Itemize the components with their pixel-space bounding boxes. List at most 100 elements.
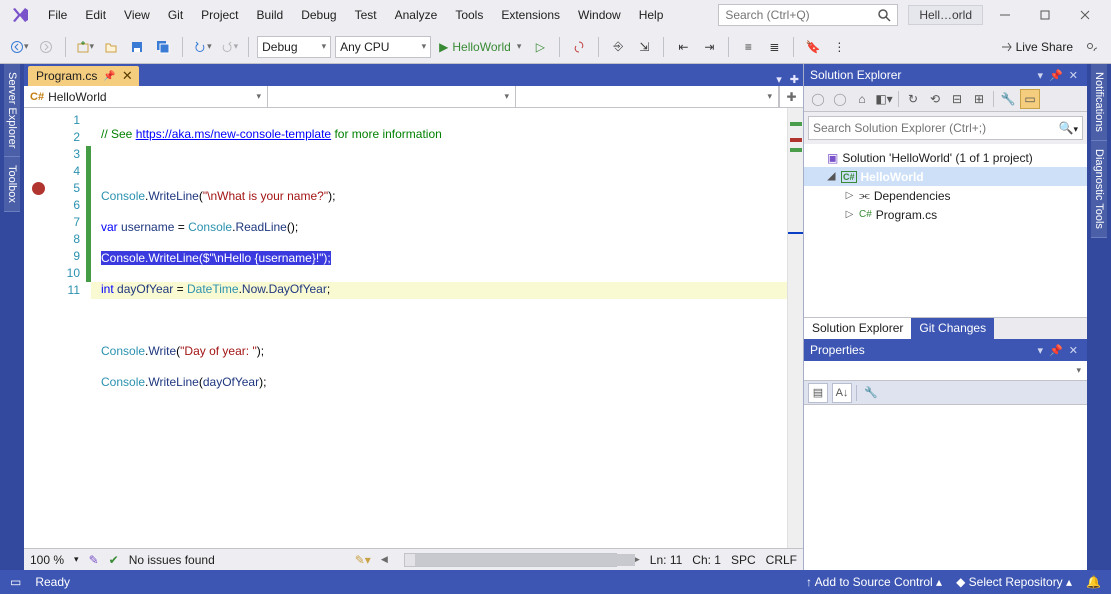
bookmark-icon[interactable]: 🔖 xyxy=(802,36,824,58)
solution-node[interactable]: ▣Solution 'HelloWorld' (1 of 1 project) xyxy=(804,148,1087,167)
outdent-icon[interactable]: ⇤ xyxy=(672,36,694,58)
fwd-icon[interactable]: ◯ xyxy=(830,89,850,109)
properties-grid[interactable] xyxy=(804,405,1087,570)
pin-icon[interactable]: 📌 xyxy=(103,71,115,82)
solution-tree[interactable]: ▣Solution 'HelloWorld' (1 of 1 project) … xyxy=(804,144,1087,317)
active-files-dropdown[interactable]: ▾ xyxy=(772,73,786,86)
code-text[interactable]: // See https://aka.ms/new-console-templa… xyxy=(91,108,787,548)
step-buttons-icon[interactable]: ⎆ xyxy=(607,36,629,58)
menu-extensions[interactable]: Extensions xyxy=(493,4,568,26)
config-combo[interactable]: Debug▾ xyxy=(257,36,331,58)
solution-search-input[interactable] xyxy=(813,121,1033,135)
step-into-icon[interactable]: ⇲ xyxy=(633,36,655,58)
menu-debug[interactable]: Debug xyxy=(293,4,344,26)
forward-nav-button[interactable] xyxy=(35,36,57,58)
menu-edit[interactable]: Edit xyxy=(77,4,114,26)
sync-icon[interactable]: ↻ xyxy=(903,89,923,109)
menu-tools[interactable]: Tools xyxy=(447,4,491,26)
uncomment-icon[interactable]: ≣ xyxy=(763,36,785,58)
menu-file[interactable]: File xyxy=(40,4,75,26)
menu-help[interactable]: Help xyxy=(631,4,672,26)
switch-view-icon[interactable]: ◧▾ xyxy=(874,89,894,109)
issues-label[interactable]: No issues found xyxy=(129,553,215,567)
properties-icon[interactable]: 🔧 xyxy=(998,89,1018,109)
document-tab-program[interactable]: Program.cs 📌 ✕ xyxy=(28,66,139,86)
tab-solution-explorer[interactable]: Solution Explorer xyxy=(804,318,911,339)
menu-project[interactable]: Project xyxy=(193,4,246,26)
live-share-button[interactable]: Live Share xyxy=(994,40,1077,54)
close-icon[interactable]: ✕ xyxy=(122,68,133,84)
project-nav-combo[interactable]: C#HelloWorld▾ xyxy=(24,86,268,107)
panel-options-icon[interactable]: ▾ xyxy=(1035,69,1047,82)
redo-button[interactable]: ▾ xyxy=(218,36,241,58)
insert-mode[interactable]: SPC xyxy=(731,553,756,567)
file-node[interactable]: ▷C#Program.cs xyxy=(804,205,1087,224)
menu-git[interactable]: Git xyxy=(160,4,191,26)
output-pane-icon[interactable]: ▭ xyxy=(10,575,21,589)
horizontal-scrollbar[interactable] xyxy=(404,553,617,567)
select-repo-button[interactable]: ◆ Select Repository ▴ xyxy=(956,575,1072,589)
categorized-icon[interactable]: ▤ xyxy=(808,383,828,403)
window-close-button[interactable] xyxy=(1067,3,1103,27)
refresh-icon[interactable]: ⟲ xyxy=(925,89,945,109)
zoom-level[interactable]: 100 % xyxy=(30,553,64,567)
tab-git-changes[interactable]: Git Changes xyxy=(911,318,994,339)
show-all-icon[interactable]: ⊞ xyxy=(969,89,989,109)
back-icon[interactable]: ◯ xyxy=(808,89,828,109)
property-pages-icon[interactable]: 🔧 xyxy=(861,383,881,403)
start-without-debug-button[interactable]: ▷ xyxy=(529,36,551,58)
split-editor-button[interactable]: ✚ xyxy=(779,86,803,107)
menu-build[interactable]: Build xyxy=(249,4,292,26)
menu-test[interactable]: Test xyxy=(347,4,385,26)
notifications-icon[interactable]: 🔔 xyxy=(1086,575,1101,589)
save-button[interactable] xyxy=(126,36,148,58)
alphabetical-icon[interactable]: A↓ xyxy=(832,383,852,403)
search-input[interactable] xyxy=(725,8,865,22)
type-nav-combo[interactable]: ▾ xyxy=(268,86,516,107)
indent-icon[interactable]: ⇥ xyxy=(698,36,720,58)
promote-tab-icon[interactable]: ✚ xyxy=(786,73,803,86)
panel-pin-icon[interactable]: 📌 xyxy=(1046,69,1066,82)
quick-launch-search[interactable] xyxy=(718,4,898,26)
lightbulb-icon[interactable]: ✎▾ xyxy=(355,553,371,567)
menu-window[interactable]: Window xyxy=(570,4,629,26)
preview-icon[interactable]: ▭ xyxy=(1020,89,1040,109)
glyph-margin[interactable] xyxy=(24,108,54,548)
dependencies-node[interactable]: ▷⫘Dependencies xyxy=(804,186,1087,205)
undo-button[interactable]: ▾ xyxy=(191,36,214,58)
line-indicator[interactable]: Ln: 11 xyxy=(650,553,682,567)
notifications-tab[interactable]: Notifications xyxy=(1091,64,1107,141)
project-node[interactable]: ◢C#HelloWorld xyxy=(804,167,1087,186)
save-all-button[interactable] xyxy=(152,36,174,58)
new-project-button[interactable]: ▾ xyxy=(74,36,97,58)
feedback-icon[interactable] xyxy=(1081,36,1103,58)
member-nav-combo[interactable]: ▾ xyxy=(516,86,779,107)
window-restore-button[interactable] xyxy=(1027,3,1063,27)
server-explorer-tab[interactable]: Server Explorer xyxy=(4,64,20,157)
hot-reload-button[interactable] xyxy=(568,36,590,58)
comment-icon[interactable]: ≡ xyxy=(737,36,759,58)
home-icon[interactable]: ⌂ xyxy=(852,89,872,109)
panel-pin-icon[interactable]: 📌 xyxy=(1046,344,1066,357)
panel-close-icon[interactable]: ✕ xyxy=(1066,344,1081,357)
start-debug-button[interactable]: ▶HelloWorld▾ xyxy=(435,36,525,58)
panel-options-icon[interactable]: ▾ xyxy=(1035,344,1047,357)
line-endings[interactable]: CRLF xyxy=(766,553,797,567)
col-indicator[interactable]: Ch: 1 xyxy=(692,553,721,567)
open-file-button[interactable] xyxy=(100,36,122,58)
diagnostic-tools-tab[interactable]: Diagnostic Tools xyxy=(1091,141,1107,238)
toolbox-tab[interactable]: Toolbox xyxy=(4,157,20,212)
bookmark-nav-icon[interactable]: ⋮ xyxy=(828,36,850,58)
properties-object-combo[interactable]: ▾ xyxy=(804,361,1087,381)
back-nav-button[interactable]: ▾ xyxy=(8,36,31,58)
platform-combo[interactable]: Any CPU▾ xyxy=(335,36,431,58)
panel-close-icon[interactable]: ✕ xyxy=(1066,69,1081,82)
menu-analyze[interactable]: Analyze xyxy=(387,4,446,26)
code-editor[interactable]: 1234567891011 // See https://aka.ms/new-… xyxy=(24,108,803,548)
window-minimize-button[interactable] xyxy=(987,3,1023,27)
menu-view[interactable]: View xyxy=(116,4,158,26)
eyedrop-icon[interactable]: ✎ xyxy=(89,553,99,567)
vertical-scrollbar[interactable] xyxy=(787,108,803,548)
breakpoint-glyph[interactable] xyxy=(32,182,45,195)
collapse-icon[interactable]: ⊟ xyxy=(947,89,967,109)
